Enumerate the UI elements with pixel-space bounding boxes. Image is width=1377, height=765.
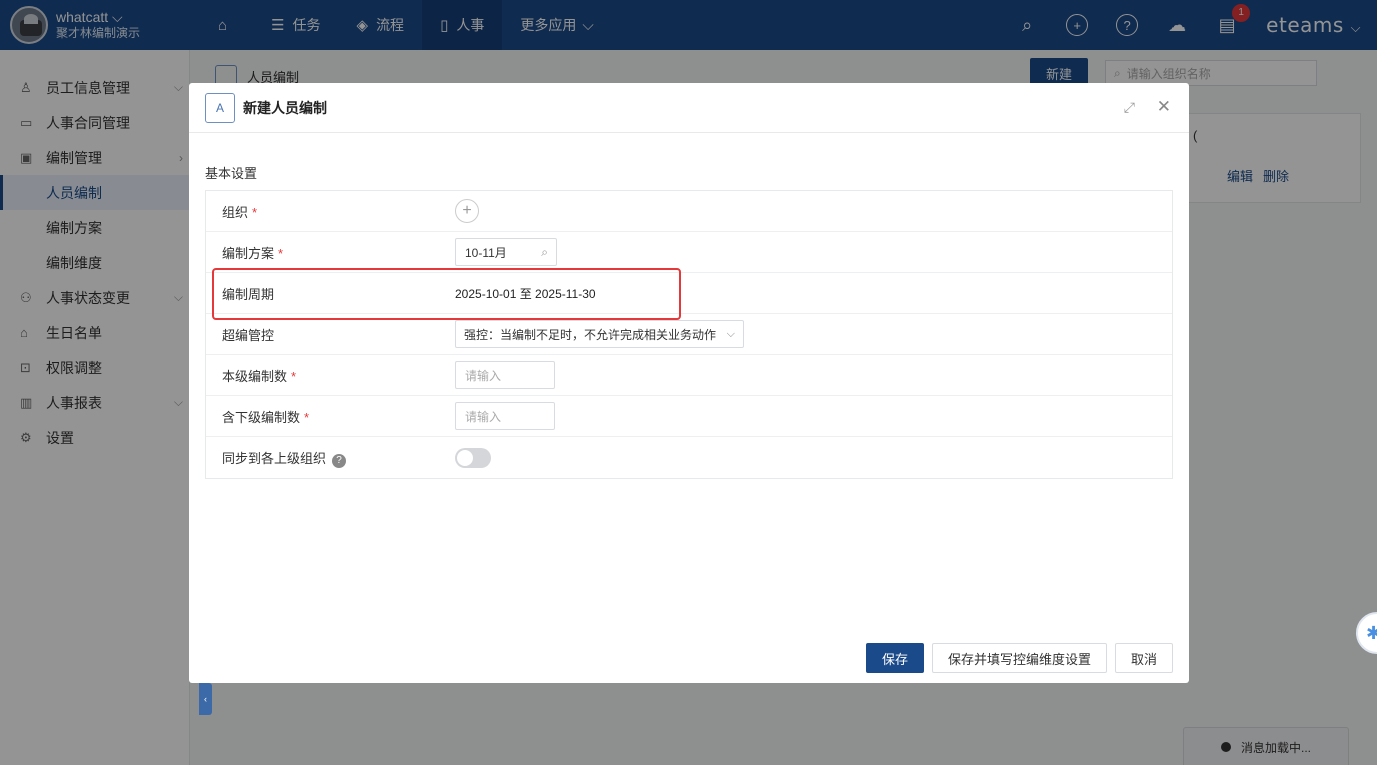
level-count-label: 本级编制数 [222, 368, 288, 384]
add-org-button[interactable]: + [455, 199, 479, 223]
chevron-down-icon: ⌵ [726, 327, 735, 340]
cancel-button[interactable]: 取消 [1114, 643, 1173, 673]
new-staffing-modal: A 新建人员编制 ⤢ ✕ 基本设置 组织 * + 编制方案 * 10-11月 ⌕ 编制… [189, 83, 1189, 683]
required-mark: * [278, 245, 284, 261]
level-count-input[interactable]: 请输入 [455, 361, 555, 389]
search-icon: ⌕ [541, 244, 548, 259]
form-row-sync: 同步到各上级组织? [206, 437, 1172, 478]
sidebar-collapse-handle[interactable]: ‹ [199, 683, 212, 715]
required-mark: * [304, 409, 310, 425]
sync-toggle[interactable] [455, 447, 491, 468]
doc-icon: A [205, 92, 235, 123]
plan-select-input[interactable]: 10-11月 ⌕ [455, 238, 557, 266]
over-control-label: 超编管控 [222, 327, 275, 343]
sub-count-label: 含下级编制数 [222, 409, 301, 425]
form-row-sub-count: 含下级编制数 * 请输入 [206, 396, 1172, 437]
section-title: 基本设置 [205, 166, 258, 181]
plan-label: 编制方案 [222, 245, 275, 261]
save-and-fill-button[interactable]: 保存并填写控编维度设置 [931, 643, 1107, 673]
close-icon[interactable]: ✕ [1157, 97, 1171, 117]
over-control-select[interactable]: 强控：当编制不足时，不允许完成相关业务动作 ⌵ [455, 320, 744, 348]
help-icon[interactable]: ? [332, 453, 347, 468]
org-label: 组织 [222, 204, 249, 220]
modal-header: A 新建人员编制 ⤢ ✕ [189, 83, 1189, 133]
chevron-left-icon: ‹ [204, 694, 207, 704]
form-row-org: 组织 * + [206, 191, 1172, 232]
modal-footer: 保存 保存并填写控编维度设置 取消 [858, 643, 1173, 673]
expand-icon[interactable]: ⤢ [1124, 99, 1135, 116]
save-button[interactable]: 保存 [865, 643, 924, 673]
modal-title: 新建人员编制 [243, 99, 327, 116]
sync-label: 同步到各上级组织 [222, 450, 327, 466]
required-mark: * [252, 204, 258, 220]
basic-settings-form: 组织 * + 编制方案 * 10-11月 ⌕ 编制周期 2025-10-01 至 20… [205, 190, 1173, 479]
sub-count-input[interactable]: 请输入 [455, 402, 555, 430]
form-row-level-count: 本级编制数 * 请输入 [206, 355, 1172, 396]
required-mark: * [291, 368, 297, 384]
annotation-highlight-box [212, 268, 681, 320]
form-row-over-control: 超编管控 强控：当编制不足时，不允许完成相关业务动作 ⌵ [206, 314, 1172, 355]
form-row-plan: 编制方案 * 10-11月 ⌕ [206, 232, 1172, 273]
